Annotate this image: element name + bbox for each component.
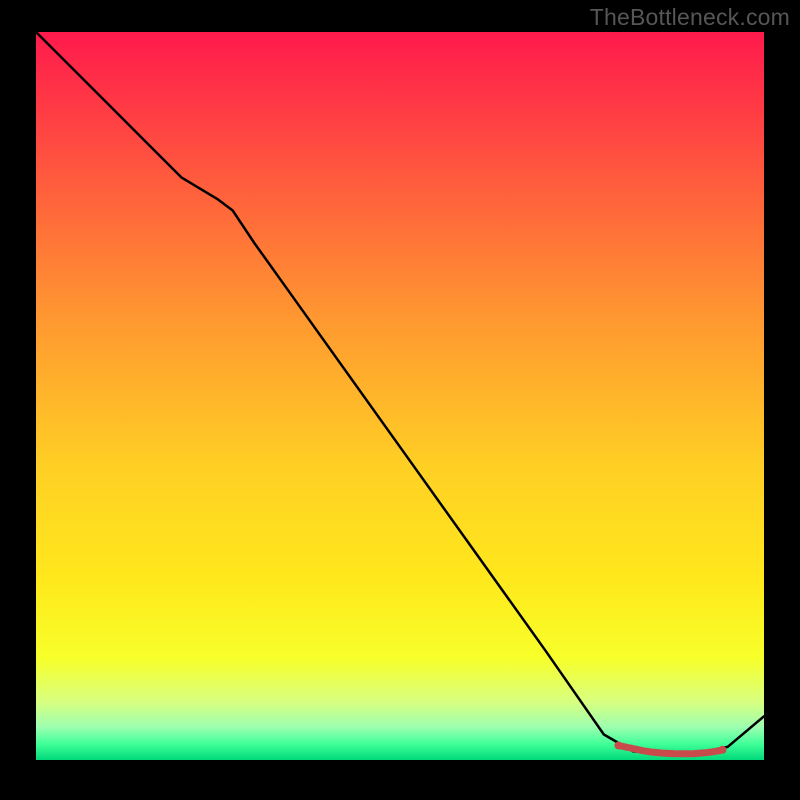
watermark-text: TheBottleneck.com [590, 4, 790, 31]
marker-strip-endcap [614, 741, 622, 749]
chart-stage: TheBottleneck.com [0, 0, 800, 800]
marker-strip-segment [652, 752, 661, 753]
marker-strip-segment [663, 753, 675, 754]
marker-strip-segment [692, 753, 704, 754]
marker-strip-endcap [719, 746, 727, 754]
chart-svg [0, 0, 800, 800]
